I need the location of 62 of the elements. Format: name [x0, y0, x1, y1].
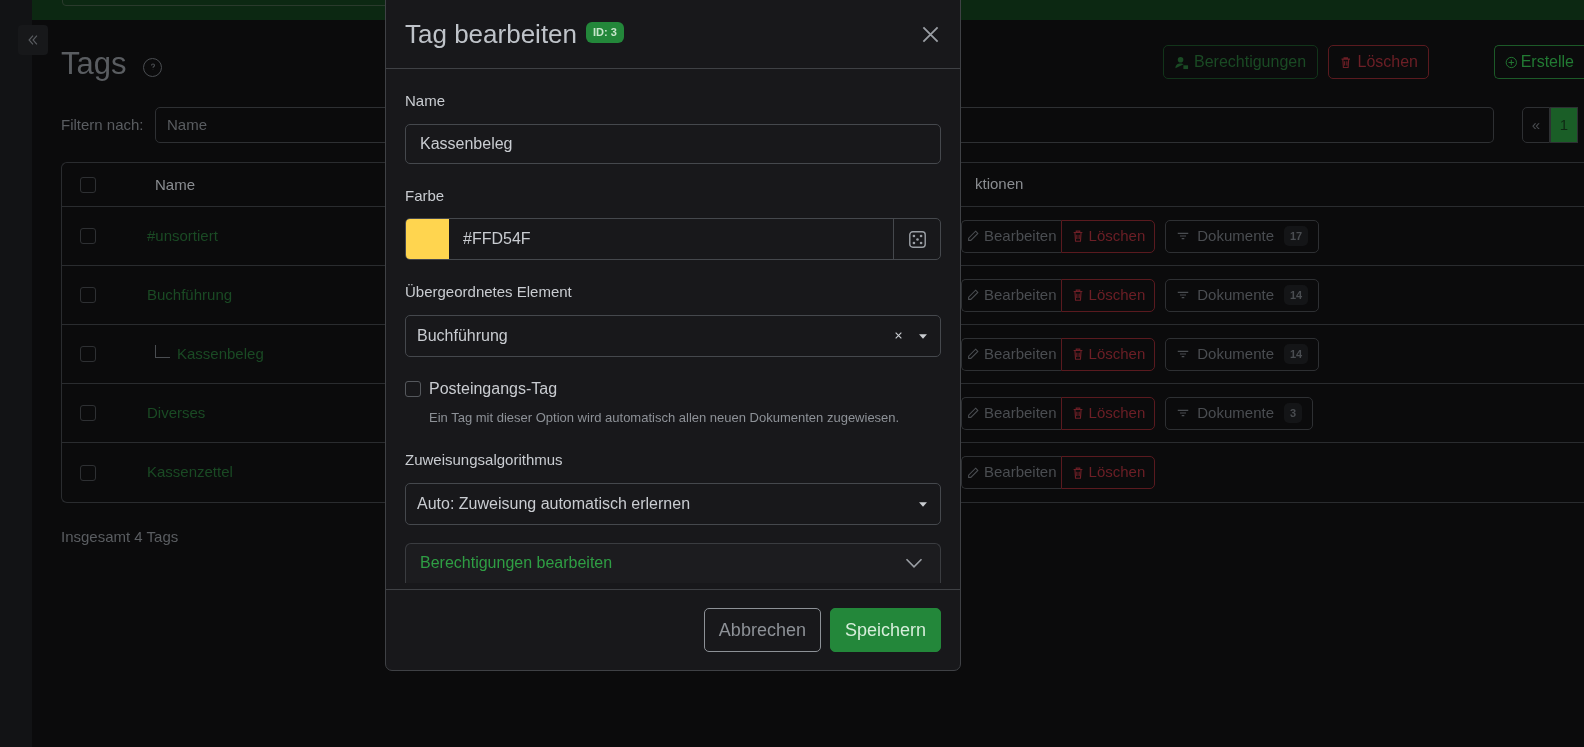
count-badge: 17	[1284, 226, 1309, 246]
name-input[interactable]: Kassenbeleg	[405, 123, 941, 164]
documents-button[interactable]: Dokumente 17	[1165, 219, 1320, 253]
cancel-button[interactable]: Abbrechen	[703, 608, 821, 652]
count-badge: 3	[1284, 403, 1303, 423]
tree-line	[155, 344, 170, 358]
delete-button[interactable]: Löschen	[1060, 219, 1156, 253]
color-input[interactable]: #FFD54F	[405, 218, 941, 260]
delete-button[interactable]: Löschen	[1060, 396, 1156, 430]
checkbox[interactable]	[80, 464, 96, 481]
field-label: Farbe	[405, 185, 446, 206]
pencil-icon	[966, 347, 980, 361]
tag-link[interactable]: Diverses	[147, 401, 206, 425]
checkbox[interactable]	[80, 287, 96, 303]
parent-select[interactable]: Buchführung	[405, 314, 941, 357]
checkbox-label: Posteingangs-Tag	[429, 378, 558, 399]
color-value: #FFD54F	[462, 229, 532, 249]
user-lock-icon	[1174, 54, 1189, 70]
checkbox[interactable]	[80, 176, 96, 193]
pencil-icon	[966, 406, 980, 420]
tag-link[interactable]: #unsortiert	[147, 224, 218, 248]
delete-button[interactable]: Löschen	[1060, 278, 1156, 312]
trash-icon	[1339, 54, 1353, 70]
select-value: Buchführung	[417, 325, 509, 346]
total-count: Insgesamt 4 Tags	[61, 527, 180, 547]
documents-button[interactable]: Dokumente 14	[1165, 337, 1320, 371]
collapse-button[interactable]	[18, 25, 48, 55]
pencil-icon	[966, 465, 980, 480]
permissions-accordion[interactable]: Berechtigungen bearbeiten	[405, 542, 941, 583]
save-button[interactable]: Speichern	[829, 608, 941, 652]
tag-link[interactable]: Buchführung	[147, 283, 233, 307]
select-value: Auto: Zuweisung automatisch erlernen	[417, 493, 692, 514]
tag-link[interactable]: Kassenzettel	[147, 461, 233, 484]
column-header: ktionen	[975, 174, 1024, 195]
close-icon	[920, 25, 940, 44]
field-label: Zuweisungsalgorithmus	[405, 450, 564, 470]
checkbox[interactable]	[405, 380, 421, 397]
permissions-button[interactable]: Berechtigungen	[1163, 45, 1318, 79]
hint-text: Ein Tag mit dieser Option wird automatisch allen neuen Dokumenten zugewiesen.	[429, 408, 901, 427]
count-badge: 14	[1284, 344, 1309, 364]
count-badge: 14	[1284, 285, 1309, 305]
checkbox[interactable]	[80, 228, 96, 244]
column-header: Name	[155, 175, 195, 193]
create-button[interactable]: Erstelle	[1494, 45, 1584, 79]
pencil-icon	[966, 288, 980, 302]
delete-button[interactable]: Löschen	[1060, 337, 1156, 371]
documents-button[interactable]: Dokumente 3	[1165, 396, 1314, 430]
checkbox[interactable]	[80, 405, 96, 421]
double-chevron-icon	[26, 33, 40, 47]
field-label: Übergeordnetes Element	[405, 282, 573, 302]
checkbox[interactable]	[80, 346, 96, 362]
id-badge: ID: 3	[586, 22, 624, 43]
documents-button[interactable]: Dokumente 14	[1165, 278, 1320, 312]
page-title: Tags	[61, 45, 127, 84]
filter-label: Filtern nach:	[61, 114, 145, 135]
dice-icon	[907, 229, 927, 249]
algorithm-select[interactable]: Auto: Zuweisung automatisch erlernen	[405, 482, 941, 525]
pencil-icon	[966, 229, 980, 243]
dialog-title: Tag bearbeiten	[405, 18, 578, 51]
delete-button[interactable]: Löschen	[1060, 456, 1156, 489]
tag-link[interactable]: Kassenbeleg	[177, 342, 264, 366]
delete-button[interactable]: Löschen	[1328, 45, 1429, 79]
